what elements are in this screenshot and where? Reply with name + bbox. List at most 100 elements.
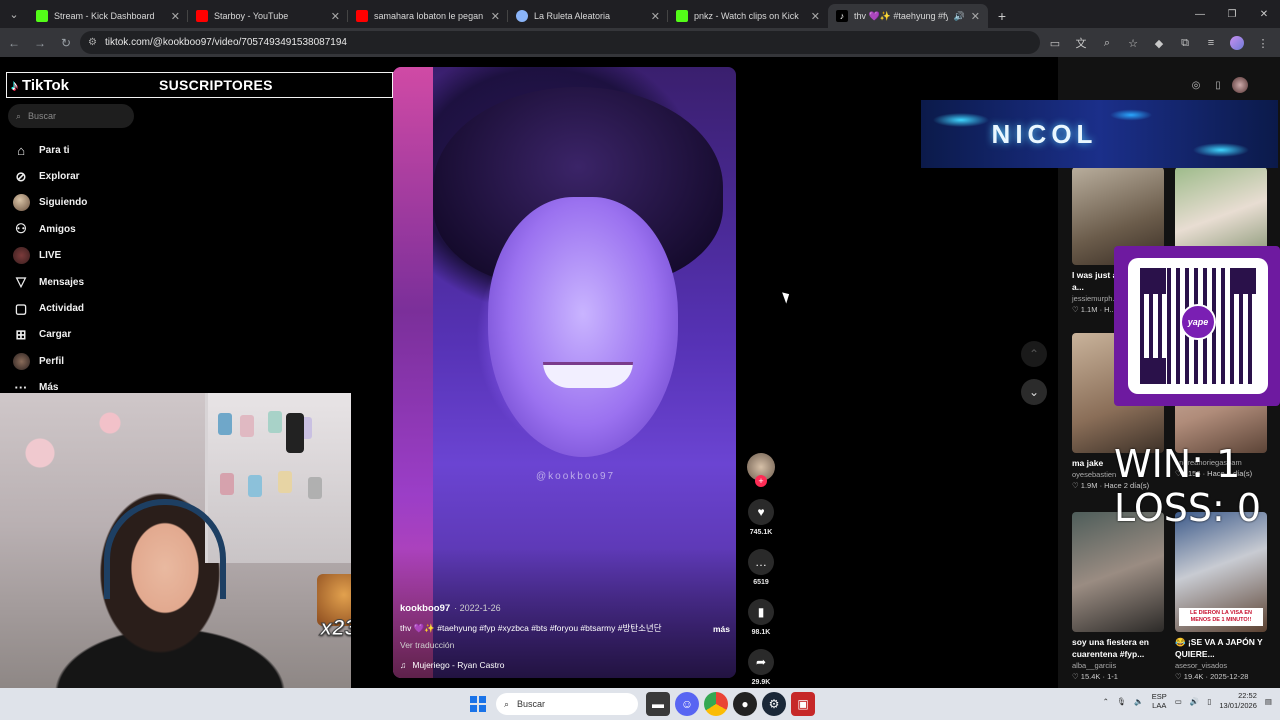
steam-icon[interactable]: ⚙ xyxy=(762,692,786,716)
new-tab-button[interactable]: + xyxy=(988,4,1016,28)
site-info-icon[interactable]: ⚙ xyxy=(88,37,97,48)
discord-icon[interactable]: ☺ xyxy=(675,692,699,716)
youtube-icon xyxy=(196,10,208,22)
chrome-icon[interactable] xyxy=(704,692,728,716)
messages-icon: ▽ xyxy=(16,274,26,290)
reload-icon[interactable]: ↻ xyxy=(54,31,78,55)
obs-icon[interactable]: ● xyxy=(733,692,757,716)
bookmark-icon: ▮ xyxy=(748,599,774,625)
maximize-icon[interactable]: ❐ xyxy=(1216,0,1248,28)
browser-tab[interactable]: samahara lobaton le pegan - Y ✕ xyxy=(348,4,508,28)
chevron-down-icon: ⌄ xyxy=(1028,385,1040,399)
video-player[interactable]: @kookboo97 kookboo97 · 2022-1-26 thv 💜✨ #… xyxy=(393,67,736,678)
close-tab-icon[interactable]: ✕ xyxy=(651,10,660,23)
tiktok-page: ⌕ Buscar ⌂ Para ti ⊘ Explorar Siguiendo ⚇ A… xyxy=(0,57,1280,688)
activity-icon: ▢ xyxy=(14,300,28,316)
close-tab-icon[interactable]: ✕ xyxy=(971,10,980,23)
sidebar-item-amigos[interactable]: ⚇ Amigos xyxy=(12,216,192,242)
subscriber-goal-banner: ♪TikTok SUSCRIPTORES 100 xyxy=(6,72,433,98)
save-button[interactable]: ▮ 98.1K xyxy=(745,599,777,636)
live-avatar xyxy=(12,247,30,265)
comment-button[interactable]: … 6519 xyxy=(745,549,777,586)
home-icon: ⌂ xyxy=(17,142,25,158)
clock[interactable]: 22:52 13/01/2026 xyxy=(1219,691,1257,711)
cast-icon[interactable]: ▭ xyxy=(1044,32,1066,54)
minimize-icon[interactable]: — xyxy=(1184,0,1216,28)
sidebar-item-live[interactable]: LIVE xyxy=(12,243,192,269)
taskbar-apps: ▬ ☺ ● ⚙ ▣ xyxy=(646,692,815,716)
app-icon[interactable]: ▣ xyxy=(791,692,815,716)
name-banner-overlay: NICOL xyxy=(921,100,1278,168)
banner-title: SUSCRIPTORES xyxy=(159,77,273,93)
sidebar-item-actividad[interactable]: ▢ Actividad xyxy=(12,295,192,321)
browser-tab[interactable]: Stream - Kick Dashboard ✕ xyxy=(28,4,188,28)
notification-icon[interactable]: ▤ xyxy=(1265,697,1272,706)
close-window-icon[interactable]: ✕ xyxy=(1248,0,1280,28)
address-bar[interactable]: ⚙ tiktok.com/@kookboo97/video/7057493491… xyxy=(80,31,1040,54)
battery-icon[interactable]: ▯ xyxy=(1207,697,1211,706)
upload-icon: ⊞ xyxy=(15,326,27,342)
close-tab-icon[interactable]: ✕ xyxy=(811,10,820,23)
creator-avatar[interactable]: + xyxy=(747,453,775,487)
browser-tab-active[interactable]: ♪thv 💜✨ #taehyung #fyp #🔊✕ xyxy=(828,4,988,28)
speaker-icon[interactable]: 🔈 xyxy=(1134,697,1143,706)
device-icon[interactable]: ▯ xyxy=(1210,77,1226,93)
language-indicator[interactable]: ESP LAA xyxy=(1152,692,1167,710)
profile-avatar[interactable] xyxy=(1230,36,1244,50)
follow-plus-icon[interactable]: + xyxy=(755,475,767,487)
tiktok-icon: ♪ xyxy=(836,10,848,22)
webcam-feed: x23 xyxy=(0,393,351,688)
coins-icon[interactable]: ◎ xyxy=(1188,77,1204,93)
close-tab-icon[interactable]: ✕ xyxy=(491,10,500,23)
recommended-card[interactable]: soy una fiestera en cuarentena #fyp... a… xyxy=(1072,512,1164,681)
forward-icon[interactable]: → xyxy=(28,31,52,55)
music-link[interactable]: ♫ Mujeriego - Ryan Castro xyxy=(400,660,730,670)
file-explorer-icon[interactable]: ▬ xyxy=(646,692,670,716)
chevron-up-icon[interactable]: ⌃ xyxy=(1103,697,1109,706)
sidebar-item-para-ti[interactable]: ⌂ Para ti xyxy=(12,137,192,163)
thumbnail-caption: LE DIERON LA VISA EN MENOS DE 1 MINUTO!! xyxy=(1179,608,1263,626)
sidebar-item-perfil[interactable]: Perfil xyxy=(12,348,192,374)
user-avatar[interactable] xyxy=(1232,77,1248,93)
search-input[interactable]: ⌕ Buscar xyxy=(8,104,134,128)
media-icon[interactable]: ≡ xyxy=(1200,32,1222,54)
caption-more-link[interactable]: más xyxy=(713,624,730,634)
browser-tab[interactable]: Starboy - YouTube ✕ xyxy=(188,4,348,28)
kick-icon xyxy=(36,10,48,22)
zoom-icon[interactable]: ⌕ xyxy=(1096,32,1118,54)
bookmark-star-icon[interactable]: ☆ xyxy=(1122,32,1144,54)
profile-avatar xyxy=(12,352,30,370)
windows-start-icon[interactable] xyxy=(470,696,486,712)
taskbar-search[interactable]: ⌕ Buscar xyxy=(496,693,638,715)
tab-search-icon[interactable]: ⌄ xyxy=(0,0,28,28)
like-button[interactable]: ♥ 745.1K xyxy=(745,499,777,536)
volume-icon[interactable]: 🔊 xyxy=(1190,697,1199,706)
close-tab-icon[interactable]: ✕ xyxy=(171,10,180,23)
translate-icon[interactable]: 文 xyxy=(1070,32,1092,54)
sidebar-item-mensajes[interactable]: ▽ Mensajes xyxy=(12,269,192,295)
puzzle-icon[interactable]: ⧉ xyxy=(1174,32,1196,54)
share-icon: ➦ xyxy=(748,649,774,675)
translate-link[interactable]: Ver traducción xyxy=(400,640,730,650)
thumbnail xyxy=(1072,512,1164,632)
network-icon[interactable]: ▭ xyxy=(1175,697,1182,706)
video-author[interactable]: kookboo97 xyxy=(400,603,450,614)
extension-icon[interactable]: ◆ xyxy=(1148,32,1170,54)
sidebar-item-cargar[interactable]: ⊞ Cargar xyxy=(12,322,192,348)
kebab-menu-icon[interactable]: ⋮ xyxy=(1252,32,1274,54)
recommended-card[interactable]: LE DIERON LA VISA EN MENOS DE 1 MINUTO!!… xyxy=(1175,512,1267,681)
sidebar-item-explorar[interactable]: ⊘ Explorar xyxy=(12,163,192,189)
browser-tab[interactable]: pnkz - Watch clips on Kick ✕ xyxy=(668,4,828,28)
close-tab-icon[interactable]: ✕ xyxy=(331,10,340,23)
windows-taskbar: ⌕ Buscar ▬ ☺ ● ⚙ ▣ ⌃ 🎙 🔈 ESP LAA ▭ 🔊 ▯ 22:… xyxy=(0,688,1280,720)
sidebar-item-siguiendo[interactable]: Siguiendo xyxy=(12,190,192,216)
compass-icon: ⊘ xyxy=(15,168,27,184)
browser-tab[interactable]: La Ruleta Aleatoria ✕ xyxy=(508,4,668,28)
next-video-button[interactable]: ⌄ xyxy=(1021,379,1047,405)
audio-playing-icon[interactable]: 🔊 xyxy=(954,11,965,22)
video-watermark: @kookboo97 xyxy=(536,471,616,482)
back-icon[interactable]: ← xyxy=(2,31,26,55)
microphone-icon[interactable]: 🎙 xyxy=(1117,697,1127,706)
previous-video-button[interactable]: ⌃ xyxy=(1021,341,1047,367)
share-button[interactable]: ➦ 29.9K xyxy=(745,649,777,686)
